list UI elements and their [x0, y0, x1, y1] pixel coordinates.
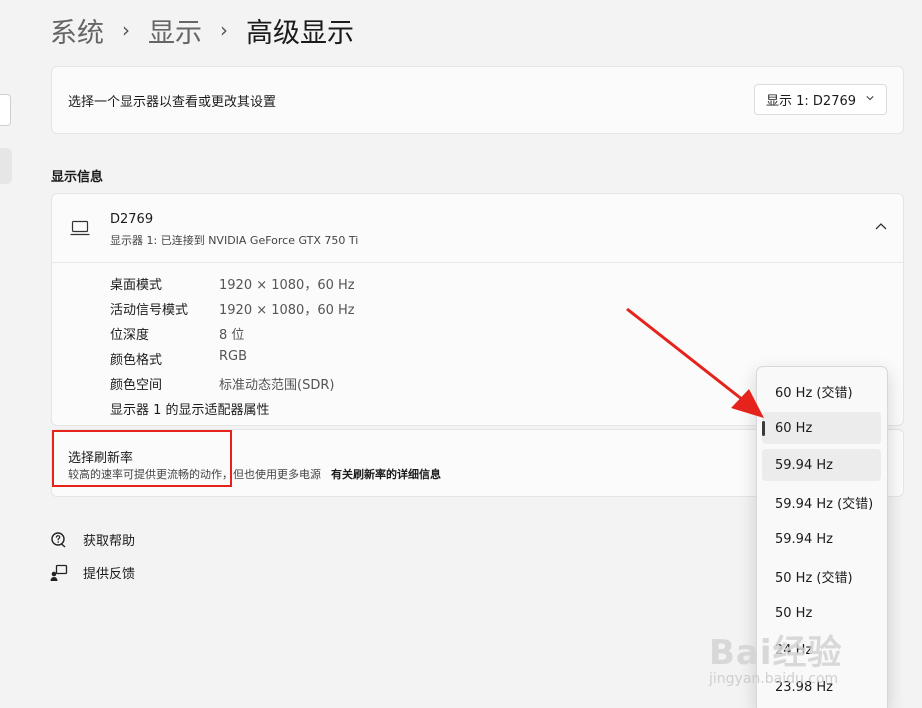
adapter-properties-link[interactable]: 显示器 1 的显示适配器属性 [110, 399, 270, 418]
info-label-active-signal: 活动信号模式 [110, 303, 189, 318]
refresh-option[interactable]: 23.98 Hz [762, 671, 881, 703]
refresh-option-selected[interactable]: 60 Hz [762, 412, 881, 444]
info-value-color-space: 标准动态范围(SDR) [219, 378, 335, 393]
get-help-label: 获取帮助 [83, 534, 136, 549]
info-label-desktop-mode: 桌面模式 [110, 278, 163, 293]
section-title-display-info: 显示信息 [51, 170, 104, 185]
feedback-icon [50, 564, 68, 581]
chevron-up-icon[interactable] [875, 222, 887, 232]
display-select-dropdown[interactable]: 显示 1: D2769 [754, 84, 887, 115]
breadcrumb: 系统 › 显示 › 高级显示 [50, 10, 354, 50]
help-icon [51, 531, 66, 548]
chevron-down-icon [866, 96, 874, 101]
refresh-option[interactable]: 59.94 Hz [762, 523, 881, 555]
feedback-link[interactable]: 提供反馈 [50, 563, 135, 582]
breadcrumb-display[interactable]: 显示 [148, 11, 202, 50]
display-select-card: 选择一个显示器以查看或更改其设置 显示 1: D2769 [51, 66, 904, 134]
refresh-option[interactable]: 60 Hz (交错) [762, 375, 881, 407]
page-title: 高级显示 [246, 17, 354, 49]
refresh-option[interactable]: 24 Hz [762, 634, 881, 666]
display-select-value: 显示 1: D2769 [766, 94, 857, 109]
info-value-bit-depth: 8 位 [219, 328, 245, 343]
chevron-right-icon: › [220, 18, 228, 42]
annotation-highlight-box [52, 430, 232, 487]
monitor-name: D2769 [110, 212, 154, 227]
refresh-option[interactable]: 59.94 Hz [762, 449, 881, 481]
info-label-color-format: 颜色格式 [110, 353, 163, 368]
laptop-icon [70, 220, 90, 236]
info-value-active-signal: 1920 × 1080，60 Hz [219, 303, 355, 318]
nav-search-box-edge[interactable] [0, 94, 11, 126]
get-help-link[interactable]: 获取帮助 [50, 530, 135, 549]
display-select-label: 选择一个显示器以查看或更改其设置 [68, 95, 277, 110]
nav-selected-item-edge[interactable] [0, 148, 12, 184]
refresh-rate-flyout: 60 Hz (交错) 60 Hz 59.94 Hz 59.94 Hz (交错) … [756, 366, 888, 708]
refresh-option[interactable]: 59.94 Hz (交错) [762, 486, 881, 518]
refresh-option[interactable]: 50 Hz [762, 597, 881, 629]
breadcrumb-system[interactable]: 系统 [50, 11, 104, 50]
info-value-color-format: RGB [219, 349, 248, 364]
monitor-connection: 显示器 1: 已连接到 NVIDIA GeForce GTX 750 Ti [110, 234, 359, 247]
info-label-color-space: 颜色空间 [110, 378, 163, 393]
feedback-label: 提供反馈 [83, 567, 136, 582]
display-info-header[interactable]: D2769 显示器 1: 已连接到 NVIDIA GeForce GTX 750… [52, 194, 903, 263]
info-value-desktop-mode: 1920 × 1080，60 Hz [219, 278, 355, 293]
refresh-option[interactable]: 50 Hz (交错) [762, 560, 881, 592]
refresh-rate-info-link[interactable]: 有关刷新率的详细信息 [331, 468, 441, 481]
info-label-bit-depth: 位深度 [110, 328, 150, 343]
chevron-right-icon: › [122, 18, 130, 42]
